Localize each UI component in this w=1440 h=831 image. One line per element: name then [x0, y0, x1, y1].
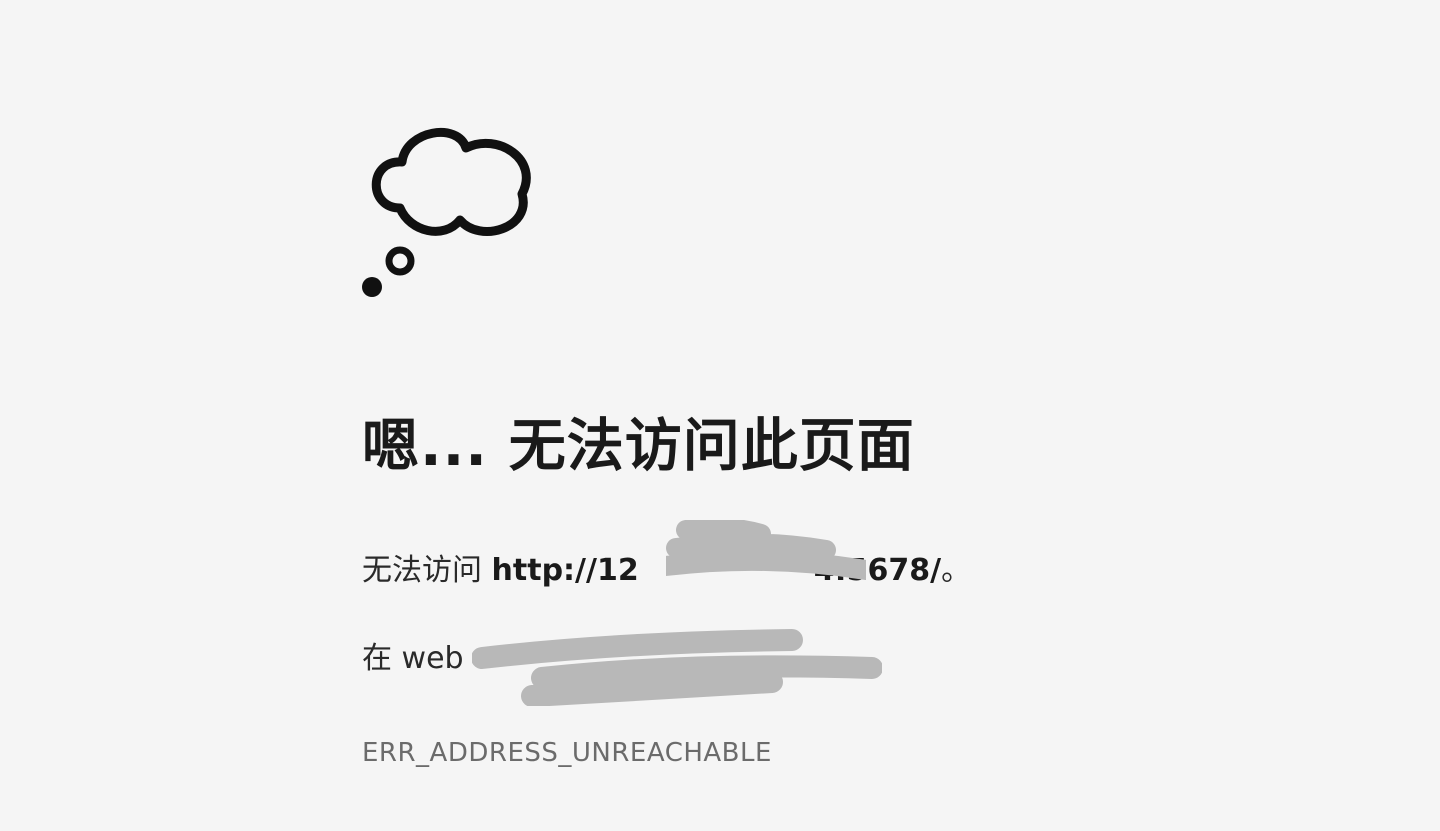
unreachable-suffix: 。	[941, 553, 972, 588]
page-title: 嗯... 无法访问此页面	[362, 413, 915, 479]
error-code: ERR_ADDRESS_UNREACHABLE	[362, 738, 772, 768]
web-message: 在 web	[362, 644, 464, 674]
web-prefix: 在 web	[362, 641, 464, 676]
unreachable-url-end: 4:5678/	[813, 553, 942, 588]
error-page: 嗯... 无法访问此页面 无法访问 http://12 4:5678/。 在 we…	[362, 0, 1262, 831]
thought-cloud-icon	[362, 128, 531, 297]
unreachable-url: http://12	[491, 553, 639, 588]
unreachable-message: 无法访问 http://12 4:5678/。	[362, 556, 971, 586]
redaction-scribble	[472, 629, 882, 706]
unreachable-prefix: 无法访问	[362, 553, 492, 588]
